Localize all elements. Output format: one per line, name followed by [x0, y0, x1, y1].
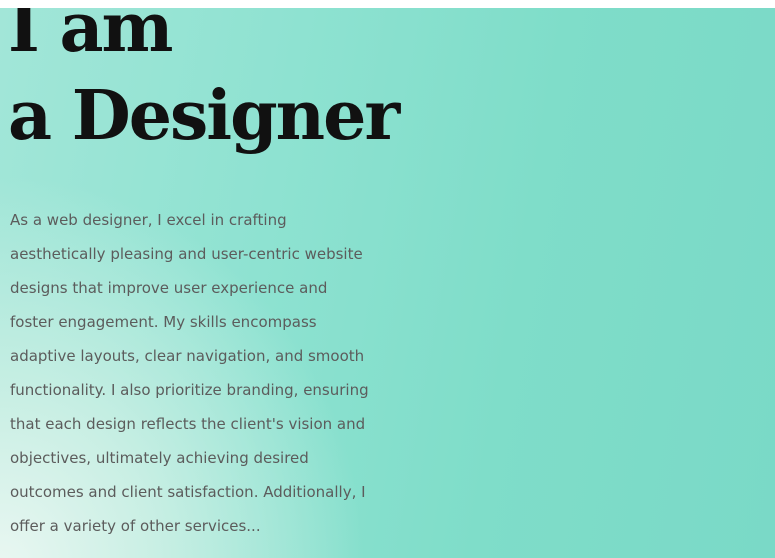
description-line: functionality. I also prioritize brandin…: [10, 381, 369, 399]
description-line: designs that improve user experience and: [10, 279, 328, 297]
hero-heading: I am a Designer: [8, 8, 400, 160]
heading-line-2: a Designer: [8, 76, 400, 156]
description-line: that each design reflects the client's v…: [10, 415, 366, 433]
description-line: adaptive layouts, clear navigation, and …: [10, 347, 365, 365]
description-line: outcomes and client satisfaction. Additi…: [10, 483, 366, 501]
description-line: offer a variety of other services...: [10, 517, 261, 535]
description-line: As a web designer, I excel in crafting: [10, 211, 287, 229]
hero-section: I am a Designer As a web designer, I exc…: [0, 8, 775, 558]
description-line: objectives, ultimately achieving desired: [10, 449, 309, 467]
heading-line-1: I am: [8, 8, 174, 68]
description-line: aesthetically pleasing and user-centric …: [10, 245, 363, 263]
description-line: foster engagement. My skills encompass: [10, 313, 317, 331]
hero-description: As a web designer, I excel in crafting a…: [10, 203, 369, 543]
